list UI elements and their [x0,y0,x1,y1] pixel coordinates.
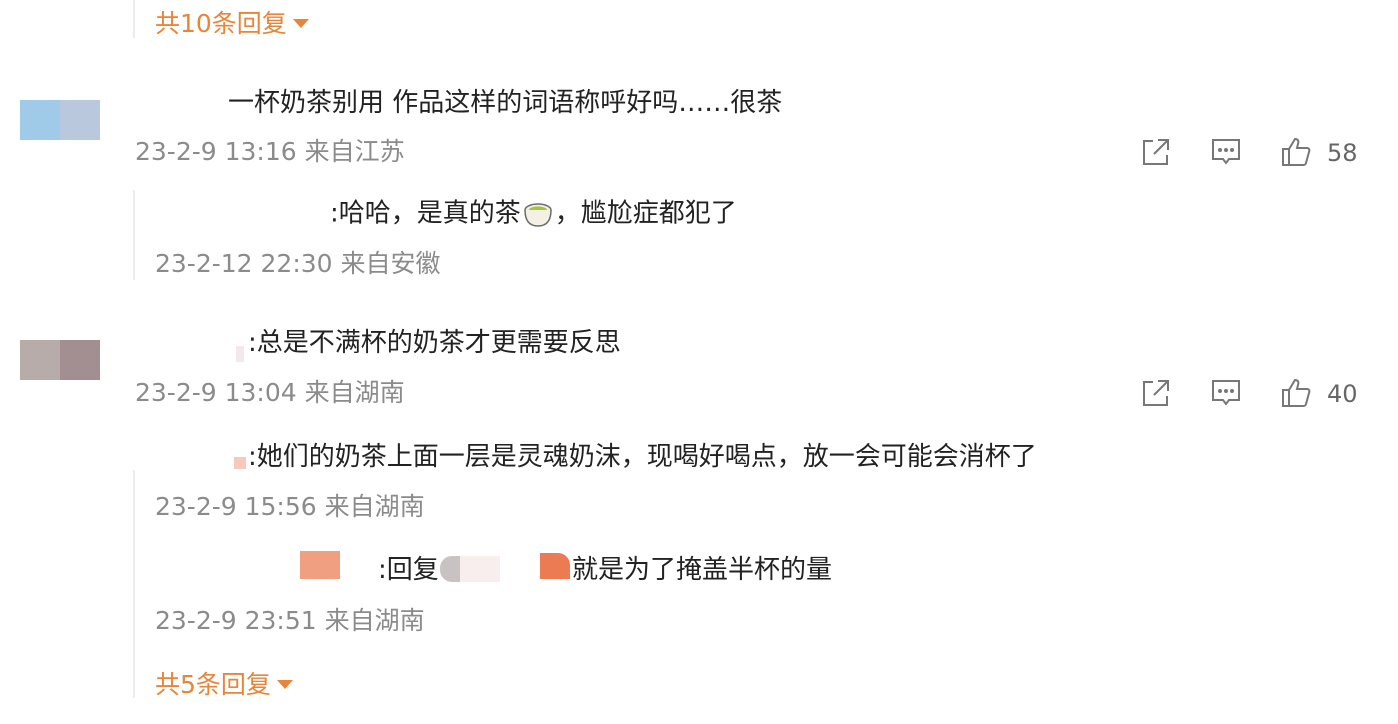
avatar-blur[interactable] [300,551,340,579]
comment-section: 共10条回复 一杯奶茶别用 作品这样的词语称呼好吗……很茶 23-2-9 13:… [0,0,1398,724]
comment-time: 23-2-9 13:16 [135,137,297,166]
expand-replies-label: 共5条回复 [155,670,271,699]
like-icon[interactable] [1279,135,1313,169]
comment-location: 来自江苏 [304,137,405,166]
reply-text: :哈哈，是真的茶 ，尴尬症都犯了 [330,200,737,228]
reply-meta: 23-2-12 22:30 来自安徽 [155,251,441,276]
comment-text: :总是不满杯的奶茶才更需要反思 [248,328,621,358]
reply-time: 23-2-12 22:30 [155,249,333,278]
username-blur [460,556,500,582]
avatar[interactable] [20,100,100,140]
tea-emoji-icon [523,200,553,228]
like-count: 40 [1327,380,1358,408]
expand-replies-button[interactable]: 共5条回复 [155,672,293,697]
comment-icon[interactable] [1209,376,1243,410]
caret-down-icon [292,18,309,28]
reply-text-part: ，尴尬症都犯了 [554,198,737,229]
comment-text: 一杯奶茶别用 作品这样的词语称呼好吗……很茶 [228,88,783,118]
username-blur [234,457,246,469]
thread-line [133,470,135,698]
reply-meta: 23-2-9 23:51 来自湖南 [155,608,425,633]
reply-location: 来自安徽 [340,249,441,278]
reply-prefix: :回复 [378,555,439,585]
expand-replies-button[interactable]: 共10条回复 [155,11,309,36]
expand-replies-label: 共10条回复 [155,9,287,38]
reply-text: 就是为了掩盖半杯的量 [572,555,833,585]
reply-text-part: :哈哈，是真的茶 [330,198,521,229]
username-blur [236,346,244,362]
reply-text: :她们的奶茶上面一层是灵魂奶沫，现喝好喝点，放一会可能会消杯了 [248,442,1037,472]
username-blur [540,553,570,579]
reply-time: 23-2-9 23:51 [155,606,317,635]
caret-down-icon [276,679,293,689]
comment-icon[interactable] [1209,135,1243,169]
reply-time: 23-2-9 15:56 [155,492,317,521]
share-icon[interactable] [1139,376,1173,410]
like-count: 58 [1327,139,1358,167]
share-icon[interactable] [1139,135,1173,169]
comment-location: 来自湖南 [304,378,405,407]
comment-meta: 23-2-9 13:16 来自江苏 [135,139,405,164]
thread-line [133,190,135,280]
comment-time: 23-2-9 13:04 [135,378,297,407]
reply-meta: 23-2-9 15:56 来自湖南 [155,494,425,519]
reply-location: 来自湖南 [324,606,425,635]
avatar[interactable] [20,340,100,380]
like-icon[interactable] [1279,376,1313,410]
thread-line [133,0,135,38]
reply-location: 来自湖南 [324,492,425,521]
comment-meta: 23-2-9 13:04 来自湖南 [135,380,405,405]
username-blur [440,556,460,582]
